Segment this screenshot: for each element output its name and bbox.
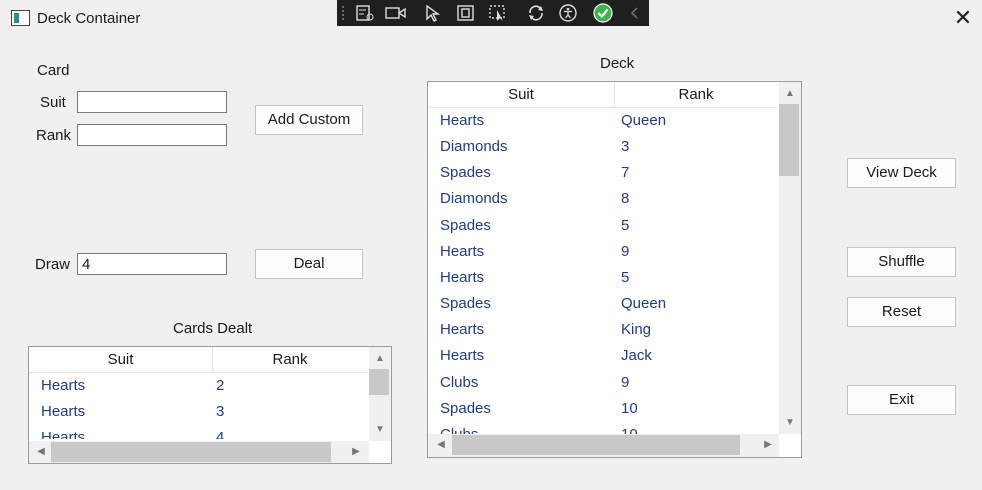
suit-cell: Clubs — [440, 373, 479, 391]
scroll-thumb[interactable] — [369, 369, 389, 395]
suit-cell: Hearts — [440, 242, 485, 260]
cards-dealt-header: Suit Rank — [29, 347, 367, 373]
table-row[interactable]: Hearts Queen — [428, 108, 777, 134]
suit-cell: Hearts — [41, 403, 86, 420]
deck-header: Suit Rank — [428, 82, 777, 108]
suit-cell: Hearts — [41, 429, 86, 439]
rank-cell: 9 — [621, 242, 630, 260]
deck-list[interactable]: Suit Rank Hearts Queen Diamonds 3 Spades 7 Dia… — [427, 81, 802, 458]
scroll-up-icon[interactable]: ▲ — [783, 87, 797, 101]
suit-cell: Spades — [440, 164, 491, 182]
deck-heading: Deck — [600, 55, 635, 72]
box-select-icon[interactable] — [454, 2, 478, 24]
table-row[interactable]: Spades 5 — [428, 213, 777, 239]
rank-cell: Queen — [621, 295, 667, 313]
debug-toolbar — [337, 0, 649, 26]
table-row[interactable]: Diamonds 3 — [428, 134, 777, 160]
suit-cell: Diamonds — [440, 190, 508, 208]
drag-handle-icon[interactable] — [339, 2, 347, 24]
scroll-up-icon[interactable]: ▲ — [373, 352, 387, 366]
checkmark-icon[interactable] — [591, 2, 615, 24]
horizontal-scrollbar[interactable]: ◀ ▶ — [29, 441, 369, 463]
rank-cell: 3 — [216, 403, 225, 420]
video-icon[interactable] — [384, 2, 408, 24]
horizontal-scrollbar[interactable]: ◀ ▶ — [428, 434, 779, 457]
rank-cell: King — [621, 321, 652, 339]
deal-button[interactable]: Deal — [255, 249, 363, 279]
rank-cell: Jack — [621, 347, 652, 365]
collapse-chevron-icon[interactable] — [623, 2, 647, 24]
rank-cell: 4 — [216, 429, 225, 439]
reset-button[interactable]: Reset — [847, 297, 956, 327]
rank-label: Rank — [36, 127, 72, 144]
table-row[interactable]: Hearts 4 — [29, 425, 367, 439]
rank-input[interactable] — [77, 124, 227, 146]
suit-cell: Spades — [440, 295, 491, 313]
column-header-rank[interactable]: Rank — [615, 82, 777, 107]
draw-label: Draw — [35, 256, 71, 273]
rank-cell: 2 — [216, 377, 225, 394]
rank-cell: 9 — [621, 373, 630, 391]
close-icon[interactable]: ✕ — [950, 6, 976, 30]
suit-label: Suit — [40, 94, 66, 111]
column-header-rank[interactable]: Rank — [213, 347, 367, 372]
suit-cell: Hearts — [440, 321, 485, 339]
rank-cell: 8 — [621, 190, 630, 208]
suit-cell: Spades — [440, 399, 491, 417]
suit-cell: Hearts — [440, 268, 485, 286]
scroll-left-icon[interactable]: ◀ — [34, 445, 48, 459]
column-header-suit[interactable]: Suit — [29, 347, 212, 372]
table-row[interactable]: Hearts 5 — [428, 265, 777, 291]
cards-dealt-heading: Cards Dealt — [173, 320, 253, 337]
suit-cell: Hearts — [440, 112, 485, 129]
scroll-down-icon[interactable]: ▼ — [783, 416, 797, 430]
rank-cell: 5 — [621, 216, 630, 234]
cursor-select-icon[interactable] — [486, 2, 510, 24]
table-row[interactable]: Hearts 3 — [29, 399, 367, 425]
table-row[interactable]: Hearts 2 — [29, 373, 367, 399]
rank-cell: 3 — [621, 138, 630, 156]
cards-dealt-list[interactable]: Suit Rank Hearts 2 Hearts 3 Hearts 4 ▲ ▼… — [28, 346, 392, 464]
column-header-suit[interactable]: Suit — [428, 82, 614, 107]
view-deck-button[interactable]: View Deck — [847, 158, 956, 188]
pointer-icon[interactable] — [421, 2, 445, 24]
accessibility-icon[interactable] — [556, 2, 580, 24]
shuffle-button[interactable]: Shuffle — [847, 247, 956, 277]
scroll-thumb[interactable] — [452, 435, 740, 455]
rank-cell: 7 — [621, 164, 630, 182]
rank-cell: 10 — [621, 399, 638, 417]
window-icon — [11, 10, 30, 26]
exit-button[interactable]: Exit — [847, 385, 956, 415]
rank-cell: Queen — [621, 112, 667, 129]
table-row[interactable]: Spades 10 — [428, 396, 777, 422]
add-custom-button[interactable]: Add Custom — [255, 105, 363, 135]
suit-cell: Spades — [440, 216, 491, 234]
scroll-down-icon[interactable]: ▼ — [373, 423, 387, 437]
table-row[interactable]: Diamonds 8 — [428, 186, 777, 212]
rank-cell: 5 — [621, 268, 630, 286]
scroll-right-icon[interactable]: ▶ — [349, 445, 363, 459]
select-element-icon[interactable] — [353, 2, 377, 24]
vertical-scrollbar[interactable]: ▲ ▼ — [779, 82, 801, 434]
vertical-scrollbar[interactable]: ▲ ▼ — [369, 347, 391, 441]
table-row[interactable]: Spades Queen — [428, 291, 777, 317]
hot-reload-icon[interactable] — [524, 2, 548, 24]
scroll-thumb[interactable] — [779, 104, 799, 176]
scroll-left-icon[interactable]: ◀ — [434, 438, 448, 452]
scroll-right-icon[interactable]: ▶ — [761, 438, 775, 452]
table-row[interactable]: Spades 7 — [428, 160, 777, 186]
table-row[interactable]: Hearts King — [428, 317, 777, 343]
table-row[interactable]: Hearts Jack — [428, 343, 777, 369]
suit-cell: Hearts — [440, 347, 485, 365]
table-row[interactable]: Hearts 9 — [428, 239, 777, 265]
suit-cell: Diamonds — [440, 138, 508, 156]
window-title: Deck Container — [37, 10, 141, 27]
suit-cell: Hearts — [41, 377, 86, 394]
scroll-thumb[interactable] — [51, 442, 331, 462]
card-heading: Card — [37, 62, 70, 79]
table-row[interactable]: Clubs 9 — [428, 370, 777, 396]
suit-input[interactable] — [77, 91, 227, 113]
draw-input[interactable] — [77, 253, 227, 275]
